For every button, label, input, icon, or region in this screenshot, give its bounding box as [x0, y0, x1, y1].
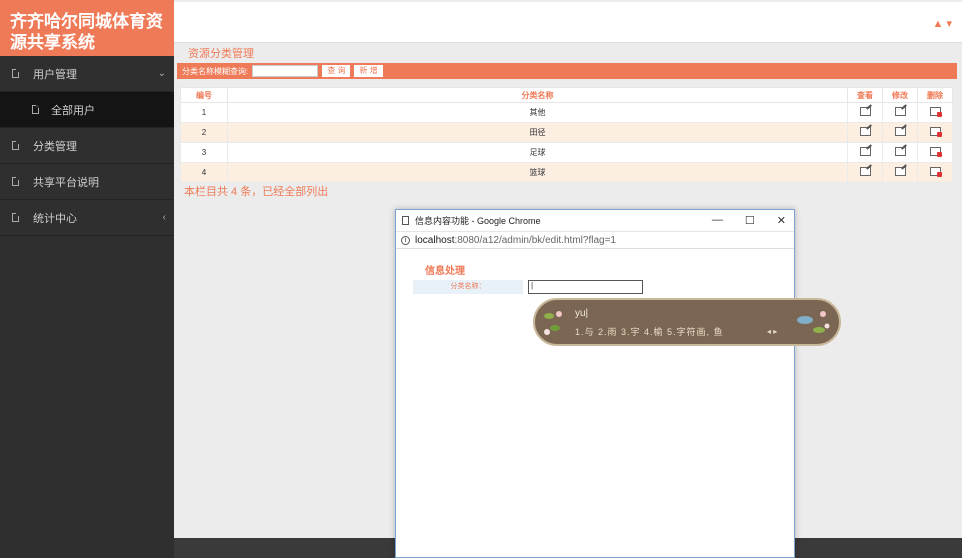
sidebar-item-category-management[interactable]: 分类管理 — [0, 128, 174, 164]
view-cell — [847, 162, 883, 183]
category-table: 编号 分类名称 查看 修改 删除 1 其他 2 田径 3 足球 4 篮球 — [180, 87, 953, 183]
table-row: 4 篮球 — [180, 162, 953, 183]
document-icon — [32, 105, 39, 114]
edit-icon[interactable] — [894, 127, 906, 136]
edit-icon[interactable] — [894, 147, 906, 156]
maximize-button[interactable]: ☐ — [745, 214, 755, 227]
user-menu-icon[interactable]: ▲ ▾ — [933, 17, 952, 30]
sidebar-item-label: 用户管理 — [33, 68, 77, 81]
column-header-id: 编号 — [180, 87, 228, 103]
view-cell — [847, 102, 883, 123]
minimize-button[interactable]: — — [712, 214, 723, 227]
brand-line-2: 源共享系统 — [10, 33, 95, 52]
brand-line-1: 齐齐哈尔同城体育资 — [10, 12, 163, 31]
delete-cell — [917, 142, 953, 163]
window-title-bar: 信息内容功能 - Google Chrome — ☐ ✕ — [396, 210, 794, 231]
query-button[interactable]: 查 询 — [322, 65, 351, 77]
ime-pinyin: yu| — [575, 308, 589, 319]
search-input[interactable] — [252, 65, 319, 77]
sidebar-item-label: 全部用户 — [51, 104, 95, 117]
record-summary: 本栏目共 4 条，已经全部列出 — [184, 186, 329, 198]
document-icon — [12, 213, 19, 222]
edit-cell — [882, 162, 918, 183]
sidebar: 齐齐哈尔同城体育资 源共享系统 用户管理 ⌄ 全部用户 分类管理 共享平台说明 … — [0, 0, 174, 558]
table-row: 1 其他 — [180, 102, 953, 123]
delete-cell — [917, 122, 953, 143]
close-button[interactable]: ✕ — [777, 214, 786, 227]
table-row: 3 足球 — [180, 142, 953, 163]
url-path: :8080/a12/admin/bk/edit.html?flag=1 — [454, 234, 616, 246]
delete-icon[interactable] — [929, 107, 942, 117]
chevron-down-icon: ⌄ — [157, 68, 166, 79]
address-bar[interactable]: i localhost :8080/a12/admin/bk/edit.html… — [396, 231, 794, 249]
row-id: 2 — [180, 122, 228, 143]
page-icon — [402, 216, 409, 225]
flower-decoration-icon — [797, 311, 830, 333]
app-brand: 齐齐哈尔同城体育资 源共享系统 — [0, 0, 174, 56]
ime-candidate-bar: yu| 1.与 2.雨 3.宇 4.榆 5.字符画, 鱼 ◂ ▸ — [533, 298, 841, 346]
ime-page-arrows[interactable]: ◂ ▸ — [767, 327, 777, 336]
edit-cell — [882, 102, 918, 123]
delete-icon[interactable] — [929, 167, 942, 177]
table-row: 2 田径 — [180, 122, 953, 143]
column-header-name: 分类名称 — [227, 87, 848, 103]
window-title: 信息内容功能 - Google Chrome — [415, 216, 541, 226]
url-host: localhost — [415, 234, 455, 246]
sidebar-menu: 用户管理 ⌄ 全部用户 分类管理 共享平台说明 统计中心 ‹ — [0, 56, 174, 236]
category-name-input[interactable]: | — [528, 280, 643, 294]
edit-icon[interactable] — [894, 167, 906, 176]
view-cell — [847, 122, 883, 143]
column-header-edit: 修改 — [882, 87, 918, 103]
sidebar-item-label: 统计中心 — [33, 212, 77, 225]
sidebar-item-label: 共享平台说明 — [33, 176, 99, 189]
sidebar-item-user-management[interactable]: 用户管理 ⌄ — [0, 56, 174, 92]
delete-icon[interactable] — [929, 127, 942, 137]
flower-decoration-icon — [544, 311, 562, 335]
window-controls: — ☐ ✕ — [712, 214, 786, 227]
sidebar-item-label: 分类管理 — [33, 140, 77, 153]
view-icon[interactable] — [859, 147, 871, 156]
sidebar-item-all-users[interactable]: 全部用户 — [0, 92, 174, 128]
row-name: 足球 — [227, 142, 848, 163]
delete-icon[interactable] — [929, 147, 942, 157]
view-icon[interactable] — [859, 127, 871, 136]
row-name: 其他 — [227, 102, 848, 123]
form-title: 信息处理 — [425, 266, 465, 277]
new-button[interactable]: 新 增 — [354, 65, 383, 77]
column-header-delete: 删除 — [917, 87, 953, 103]
edit-cell — [882, 122, 918, 143]
edit-icon[interactable] — [894, 107, 906, 116]
view-cell — [847, 142, 883, 163]
chrome-popup-window: 信息内容功能 - Google Chrome — ☐ ✕ i localhost… — [395, 209, 795, 558]
chevron-left-icon: ‹ — [162, 212, 166, 223]
info-icon[interactable]: i — [401, 235, 410, 245]
top-bar: ▲ ▾ — [174, 2, 962, 43]
row-id: 3 — [180, 142, 228, 163]
document-icon — [12, 69, 19, 78]
row-id: 4 — [180, 162, 228, 183]
page-title: 资源分类管理 — [188, 48, 254, 60]
row-id: 1 — [180, 102, 228, 123]
sidebar-item-platform-info[interactable]: 共享平台说明 — [0, 164, 174, 200]
row-name: 田径 — [227, 122, 848, 143]
document-icon — [12, 141, 19, 150]
delete-cell — [917, 102, 953, 123]
ime-candidates[interactable]: 1.与 2.雨 3.宇 4.榆 5.字符画, 鱼 — [575, 325, 724, 338]
delete-cell — [917, 162, 953, 183]
search-bar: 分类名称模糊查询: 查 询 新 增 — [177, 63, 957, 79]
category-name-label: 分类名称： — [413, 280, 523, 294]
document-icon — [12, 177, 19, 186]
edit-cell — [882, 142, 918, 163]
column-header-view: 查看 — [847, 87, 883, 103]
view-icon[interactable] — [859, 167, 871, 176]
view-icon[interactable] — [859, 107, 871, 116]
search-label: 分类名称模糊查询: — [182, 66, 249, 76]
sidebar-item-statistics[interactable]: 统计中心 ‹ — [0, 200, 174, 236]
row-name: 篮球 — [227, 162, 848, 183]
